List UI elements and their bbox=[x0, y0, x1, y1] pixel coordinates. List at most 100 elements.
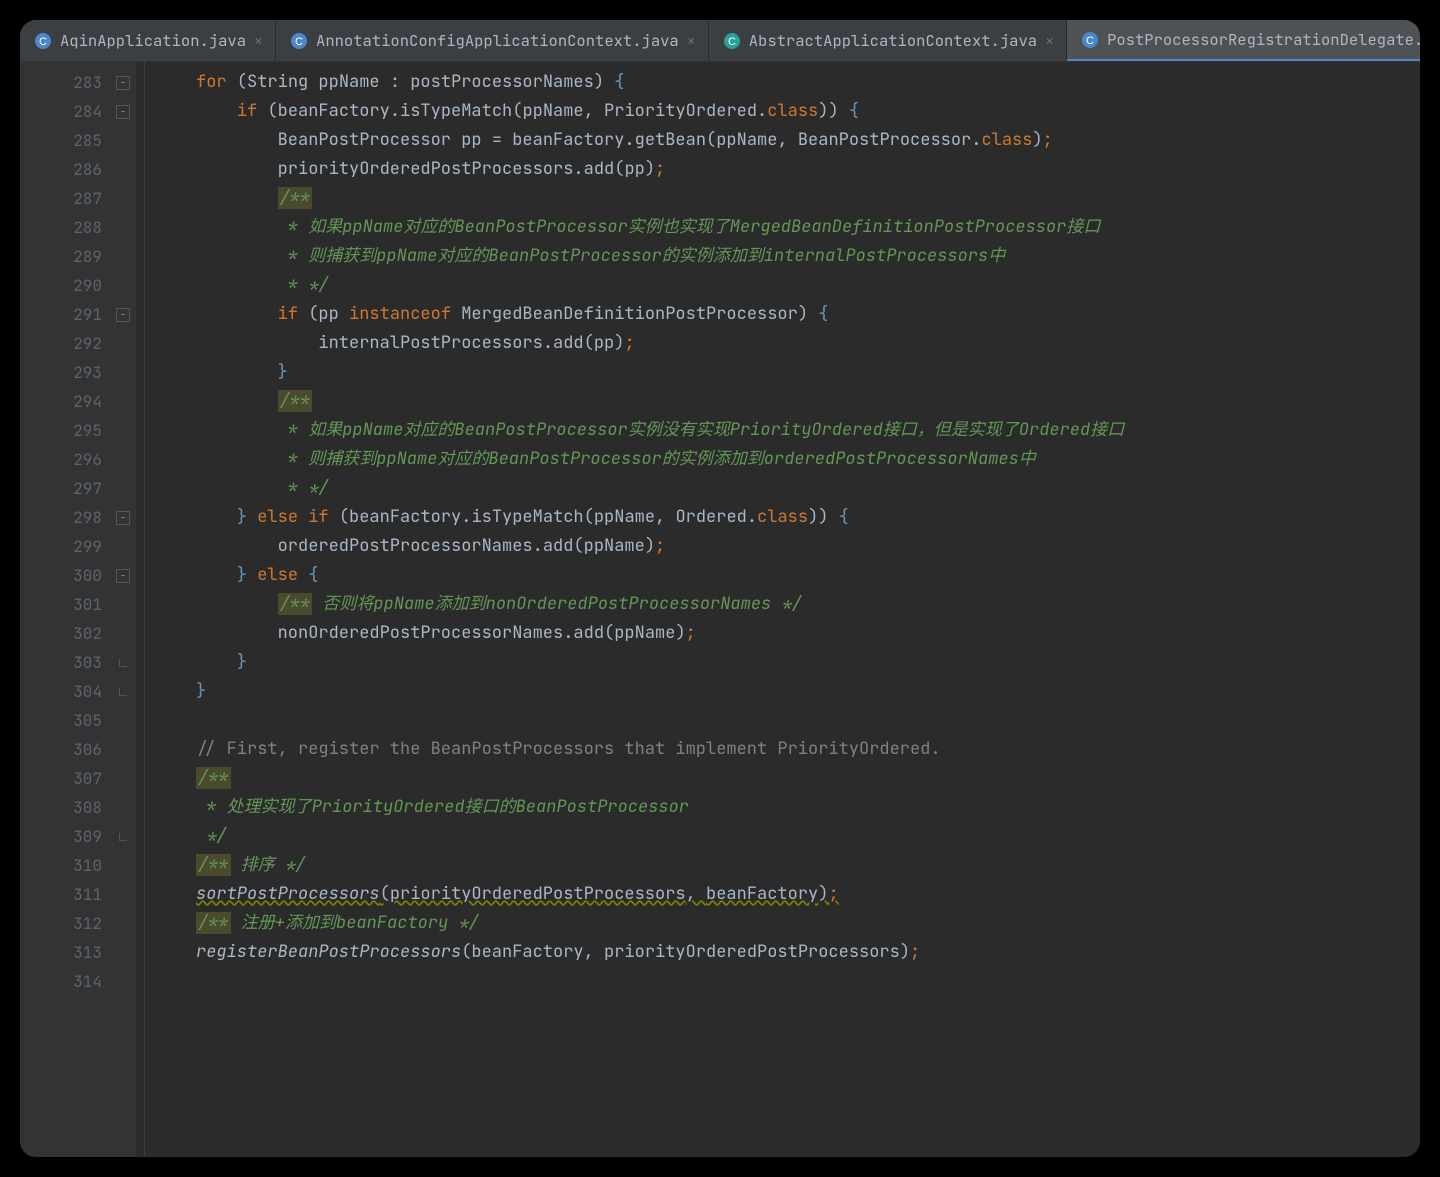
code-line: * 处理实现了PriorityOrdered接口的BeanPostProcess… bbox=[196, 793, 1420, 822]
code-line: * 如果ppName对应的BeanPostProcessor实例没有实现Prio… bbox=[196, 416, 1420, 445]
fold-marker[interactable] bbox=[110, 822, 136, 851]
fold-marker bbox=[110, 474, 136, 503]
fold-marker bbox=[110, 619, 136, 648]
line-number: 287 bbox=[20, 184, 102, 213]
fold-marker bbox=[110, 967, 136, 996]
fold-marker[interactable]: − bbox=[110, 503, 136, 532]
code-line: * 则捕获到ppName对应的BeanPostProcessor的实例添加到in… bbox=[196, 242, 1420, 271]
line-number: 304 bbox=[20, 677, 102, 706]
fold-column: −−−−− bbox=[110, 62, 136, 1157]
line-number: 296 bbox=[20, 445, 102, 474]
editor-tab-2[interactable]: C AbstractApplicationContext.java × bbox=[709, 20, 1067, 61]
fold-marker bbox=[110, 271, 136, 300]
line-number-gutter: 2832842852862872882892902912922932942952… bbox=[20, 62, 110, 1157]
fold-marker[interactable]: − bbox=[110, 68, 136, 97]
code-line: /** bbox=[196, 764, 1420, 793]
line-number: 289 bbox=[20, 242, 102, 271]
code-line: * 则捕获到ppName对应的BeanPostProcessor的实例添加到or… bbox=[196, 445, 1420, 474]
editor-tab-3[interactable]: CPostProcessorRegistrationDelegate.java× bbox=[1067, 20, 1420, 61]
line-number: 295 bbox=[20, 416, 102, 445]
tab-bar: C AqinApplication.java × C AnnotationConfigA… bbox=[20, 20, 1420, 62]
close-icon[interactable]: × bbox=[254, 31, 263, 51]
fold-marker bbox=[110, 387, 136, 416]
code-line: sortPostProcessors(priorityOrderedPostPr… bbox=[196, 880, 1420, 909]
fold-marker bbox=[110, 126, 136, 155]
fold-marker bbox=[110, 590, 136, 619]
fold-marker bbox=[110, 764, 136, 793]
fold-marker bbox=[110, 416, 136, 445]
code-line: // First, register the BeanPostProcessor… bbox=[196, 735, 1420, 764]
close-icon[interactable]: × bbox=[1045, 31, 1054, 51]
tab-label: PostProcessorRegistrationDelegate.java bbox=[1107, 29, 1420, 50]
code-line: if (pp instanceof MergedBeanDefinitionPo… bbox=[196, 300, 1420, 329]
code-line: for (String ppName : postProcessorNames)… bbox=[196, 68, 1420, 97]
code-line: nonOrderedPostProcessorNames.add(ppName)… bbox=[196, 619, 1420, 648]
editor-area: 2832842852862872882892902912922932942952… bbox=[20, 62, 1420, 1157]
fold-marker bbox=[110, 155, 136, 184]
fold-marker[interactable]: − bbox=[110, 561, 136, 590]
tab-label: AqinApplication.java bbox=[60, 30, 246, 51]
line-number: 313 bbox=[20, 938, 102, 967]
line-number: 302 bbox=[20, 619, 102, 648]
code-line: * 如果ppName对应的BeanPostProcessor实例也实现了Merg… bbox=[196, 213, 1420, 242]
code-line: } bbox=[196, 648, 1420, 677]
svg-text:C: C bbox=[39, 36, 47, 48]
code-line: } else { bbox=[196, 561, 1420, 590]
line-number: 283 bbox=[20, 68, 102, 97]
code-line: } bbox=[196, 677, 1420, 706]
tab-label: AbstractApplicationContext.java bbox=[749, 30, 1037, 51]
code-line: if (beanFactory.isTypeMatch(ppName, Prio… bbox=[196, 97, 1420, 126]
line-number: 301 bbox=[20, 590, 102, 619]
line-number: 298 bbox=[20, 503, 102, 532]
fold-marker[interactable] bbox=[110, 648, 136, 677]
line-number: 306 bbox=[20, 735, 102, 764]
code-line: internalPostProcessors.add(pp); bbox=[196, 329, 1420, 358]
line-number: 311 bbox=[20, 880, 102, 909]
class-c-icon: C bbox=[34, 32, 52, 50]
code-line: } bbox=[196, 358, 1420, 387]
indent-guide-column bbox=[136, 62, 196, 1157]
line-number: 307 bbox=[20, 764, 102, 793]
line-number: 299 bbox=[20, 532, 102, 561]
fold-marker bbox=[110, 706, 136, 735]
fold-marker bbox=[110, 358, 136, 387]
code-line: /** bbox=[196, 184, 1420, 213]
code-line: orderedPostProcessorNames.add(ppName); bbox=[196, 532, 1420, 561]
line-number: 292 bbox=[20, 329, 102, 358]
class-c-icon: C bbox=[1081, 31, 1099, 49]
code-line: */ bbox=[196, 822, 1420, 851]
fold-marker[interactable]: − bbox=[110, 97, 136, 126]
fold-marker bbox=[110, 532, 136, 561]
code-line bbox=[196, 706, 1420, 735]
code-line: * */ bbox=[196, 474, 1420, 503]
code-line: /** 排序 */ bbox=[196, 851, 1420, 880]
code-line: /** 注册+添加到beanFactory */ bbox=[196, 909, 1420, 938]
line-number: 293 bbox=[20, 358, 102, 387]
code-content[interactable]: for (String ppName : postProcessorNames)… bbox=[196, 62, 1420, 1157]
line-number: 310 bbox=[20, 851, 102, 880]
line-number: 290 bbox=[20, 271, 102, 300]
editor-tab-0[interactable]: C AqinApplication.java × bbox=[20, 20, 276, 61]
close-icon[interactable]: × bbox=[687, 31, 696, 51]
fold-marker bbox=[110, 242, 136, 271]
line-number: 285 bbox=[20, 126, 102, 155]
fold-marker bbox=[110, 793, 136, 822]
svg-text:C: C bbox=[295, 36, 303, 48]
editor-tab-1[interactable]: C AnnotationConfigApplicationContext.java… bbox=[276, 20, 709, 61]
line-number: 312 bbox=[20, 909, 102, 938]
fold-marker bbox=[110, 445, 136, 474]
code-line: /** 否则将ppName添加到nonOrderedPostProcessorN… bbox=[196, 590, 1420, 619]
fold-marker bbox=[110, 938, 136, 967]
line-number: 314 bbox=[20, 967, 102, 996]
line-number: 297 bbox=[20, 474, 102, 503]
fold-marker[interactable] bbox=[110, 677, 136, 706]
fold-marker bbox=[110, 909, 136, 938]
tab-label: AnnotationConfigApplicationContext.java bbox=[316, 30, 679, 51]
line-number: 300 bbox=[20, 561, 102, 590]
code-line bbox=[196, 967, 1420, 996]
interface-c-icon: C bbox=[723, 32, 741, 50]
class-c-icon: C bbox=[290, 32, 308, 50]
line-number: 291 bbox=[20, 300, 102, 329]
fold-marker bbox=[110, 880, 136, 909]
fold-marker[interactable]: − bbox=[110, 300, 136, 329]
